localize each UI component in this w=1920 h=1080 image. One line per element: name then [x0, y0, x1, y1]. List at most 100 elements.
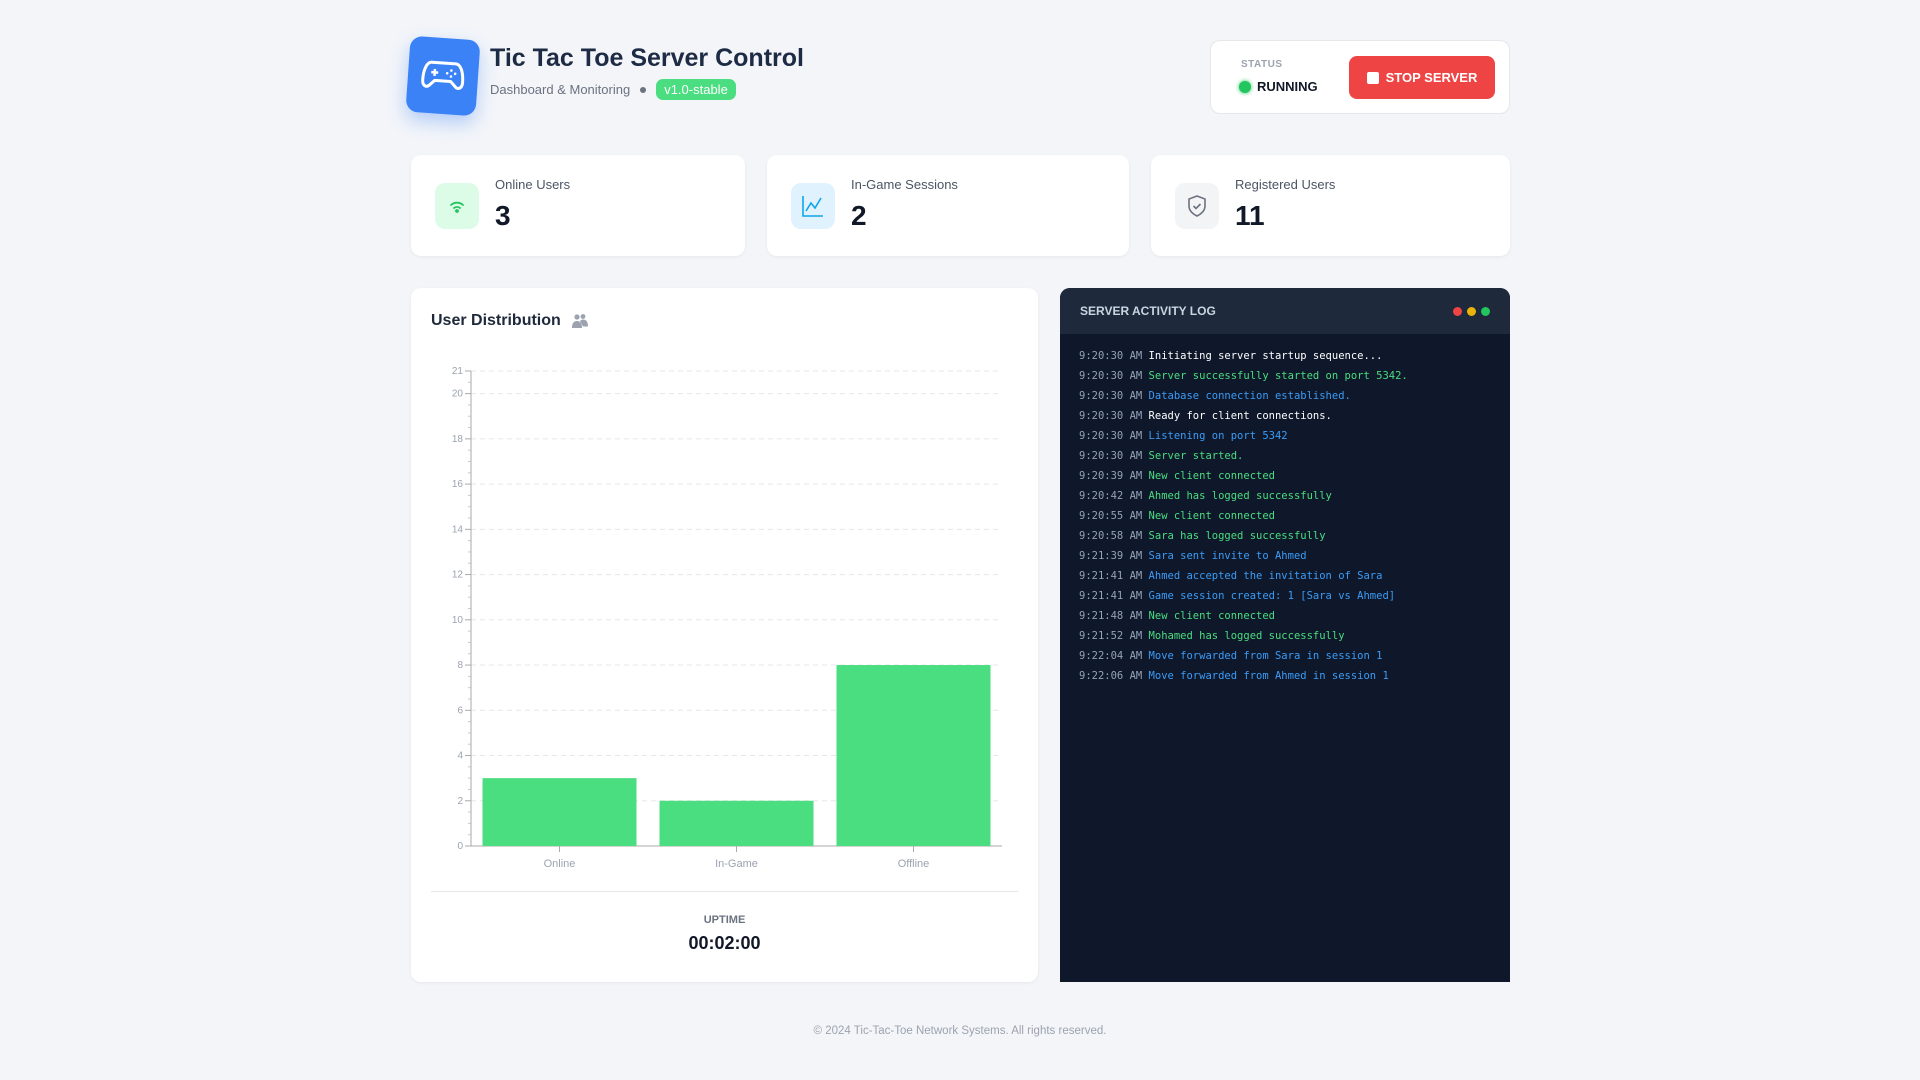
y-tick-label: 18 — [452, 434, 464, 445]
log-entry: 9:20:30 AM Server started. — [1079, 446, 1491, 466]
stat-label: In-Game Sessions — [851, 177, 958, 192]
log-time: 9:21:41 AM — [1079, 590, 1143, 602]
log-time: 9:21:39 AM — [1079, 550, 1143, 562]
footer: © 2024 Tic-Tac-Toe Network Systems. All … — [813, 1025, 1107, 1037]
log-lines[interactable]: 9:20:30 AM Initiating server startup seq… — [1060, 334, 1510, 698]
log-message: New client connected — [1148, 470, 1275, 482]
stat-value: 11 — [1235, 200, 1265, 231]
log-message: Ready for client connections. — [1148, 410, 1332, 422]
shield-check-icon — [1175, 183, 1219, 229]
log-message: Listening on port 5342 — [1148, 430, 1288, 442]
uptime-label: UPTIME — [703, 914, 746, 926]
divider — [431, 891, 1018, 892]
log-entry: 9:22:04 AM Move forwarded from Sara in s… — [1079, 646, 1491, 666]
log-time: 9:21:41 AM — [1079, 570, 1143, 582]
log-entry: 9:20:39 AM New client connected — [1079, 466, 1491, 486]
status-value: RUNNING — [1257, 79, 1318, 94]
bar-offline — [836, 665, 991, 846]
x-tick-label: Offline — [898, 858, 930, 870]
log-time: 9:20:30 AM — [1079, 390, 1143, 402]
log-entry: 9:22:06 AM Move forwarded from Ahmed in … — [1079, 666, 1491, 686]
y-tick-label: 16 — [452, 479, 464, 490]
y-tick-label: 6 — [457, 705, 463, 716]
red-dot-icon — [1453, 306, 1462, 316]
log-entry: 9:20:30 AM Database connection establish… — [1079, 386, 1491, 406]
status-dot-icon — [1239, 80, 1251, 93]
stat-label: Registered Users — [1235, 177, 1336, 192]
log-message: Ahmed has logged successfully — [1148, 490, 1332, 502]
log-entry: 9:20:30 AM Listening on port 5342 — [1079, 426, 1491, 446]
status-label: STATUS — [1241, 59, 1283, 70]
log-entry: 9:20:30 AM Ready for client connections. — [1079, 406, 1491, 426]
log-time: 9:20:30 AM — [1079, 410, 1143, 422]
y-tick-label: 14 — [452, 524, 464, 535]
bar-in-game — [659, 800, 814, 846]
bar-chart: 0 2 4 6 8 10 12 14 16 18 20 21 Online In-Game Offline — [452, 366, 1002, 870]
log-time: 9:20:58 AM — [1079, 530, 1143, 542]
log-message: Server started. — [1148, 450, 1244, 462]
app-logo — [405, 35, 481, 117]
log-entry: 9:20:58 AM Sara has logged successfully — [1079, 526, 1491, 546]
stat-label: Online Users — [495, 177, 571, 192]
server-activity-log: SERVER ACTIVITY LOG 9:20:30 AM Initiatin… — [1060, 288, 1510, 982]
log-message: New client connected — [1148, 610, 1275, 622]
log-entry: 9:21:41 AM Game session created: 1 [Sara… — [1079, 586, 1491, 606]
stat-value: 3 — [495, 200, 511, 231]
log-entry: 9:20:30 AM Initiating server startup seq… — [1079, 346, 1491, 366]
x-tick-label: In-Game — [715, 858, 758, 870]
log-time: 9:21:52 AM — [1079, 630, 1143, 642]
log-header: SERVER ACTIVITY LOG — [1060, 288, 1510, 334]
status-card: STATUS RUNNING STOP SERVER — [1210, 40, 1510, 114]
y-tick-label: 10 — [452, 615, 464, 626]
log-time: 9:20:30 AM — [1079, 350, 1143, 362]
stat-card-in-game-sessions: In-Game Sessions 2 — [767, 155, 1129, 256]
subtitle: Dashboard & Monitoring — [490, 82, 631, 97]
log-message: Move forwarded from Ahmed in session 1 — [1148, 670, 1389, 682]
separator-dot — [640, 86, 647, 93]
y-tick-label: 20 — [452, 389, 464, 400]
y-tick-label: 21 — [452, 366, 464, 377]
status-indicator: RUNNING — [1239, 79, 1318, 94]
log-entry: 9:21:41 AM Ahmed accepted the invitation… — [1079, 566, 1491, 586]
log-entry: 9:21:39 AM Sara sent invite to Ahmed — [1079, 546, 1491, 566]
stop-server-button[interactable]: STOP SERVER — [1349, 56, 1495, 99]
y-tick-label: 0 — [457, 841, 463, 852]
log-message: Move forwarded from Sara in session 1 — [1148, 650, 1383, 662]
log-message: Game session created: 1 [Sara vs Ahmed] — [1148, 590, 1396, 602]
log-time: 9:22:04 AM — [1079, 650, 1143, 662]
log-time: 9:21:48 AM — [1079, 610, 1143, 622]
yellow-dot-icon — [1467, 306, 1476, 316]
log-entry: 9:20:30 AM Server successfully started o… — [1079, 366, 1491, 386]
uptime-value: 00:02:00 — [688, 933, 761, 953]
log-time: 9:20:55 AM — [1079, 510, 1143, 522]
log-entry: 9:21:52 AM Mohamed has logged successful… — [1079, 626, 1491, 646]
stat-card-online-users: Online Users 3 — [411, 155, 745, 256]
log-entry: 9:21:48 AM New client connected — [1079, 606, 1491, 626]
log-time: 9:20:30 AM — [1079, 370, 1143, 382]
user-distribution-panel: User Distribution 0 2 4 6 8 10 12 14 16 18 20 21 Onl… — [411, 288, 1038, 982]
green-dot-icon — [1481, 306, 1490, 316]
stat-card-registered-users: Registered Users 11 — [1151, 155, 1510, 256]
log-time: 9:20:30 AM — [1079, 450, 1143, 462]
log-message: Mohamed has logged successfully — [1148, 630, 1345, 642]
log-message: Server successfully started on port 5342… — [1148, 370, 1408, 382]
log-message: Sara has logged successfully — [1148, 530, 1326, 542]
log-entry: 9:20:42 AM Ahmed has logged successfully — [1079, 486, 1491, 506]
log-message: Sara sent invite to Ahmed — [1148, 550, 1307, 562]
wifi-icon — [435, 183, 479, 229]
log-title: SERVER ACTIVITY LOG — [1080, 304, 1216, 318]
log-time: 9:20:30 AM — [1079, 430, 1143, 442]
stat-value: 2 — [851, 200, 867, 231]
log-entry: 9:20:55 AM New client connected — [1079, 506, 1491, 526]
page-title: Tic Tac Toe Server Control — [490, 44, 804, 72]
x-tick-label: Online — [544, 858, 576, 870]
y-tick-label: 4 — [457, 751, 463, 762]
stop-server-label: STOP SERVER — [1385, 70, 1478, 85]
log-message: New client connected — [1148, 510, 1275, 522]
chart-line-icon — [791, 183, 835, 229]
y-tick-label: 2 — [457, 796, 463, 807]
log-time: 9:20:39 AM — [1079, 470, 1143, 482]
y-tick-label: 8 — [457, 660, 463, 671]
window-dots — [1453, 306, 1490, 316]
log-message: Initiating server startup sequence... — [1148, 350, 1383, 362]
